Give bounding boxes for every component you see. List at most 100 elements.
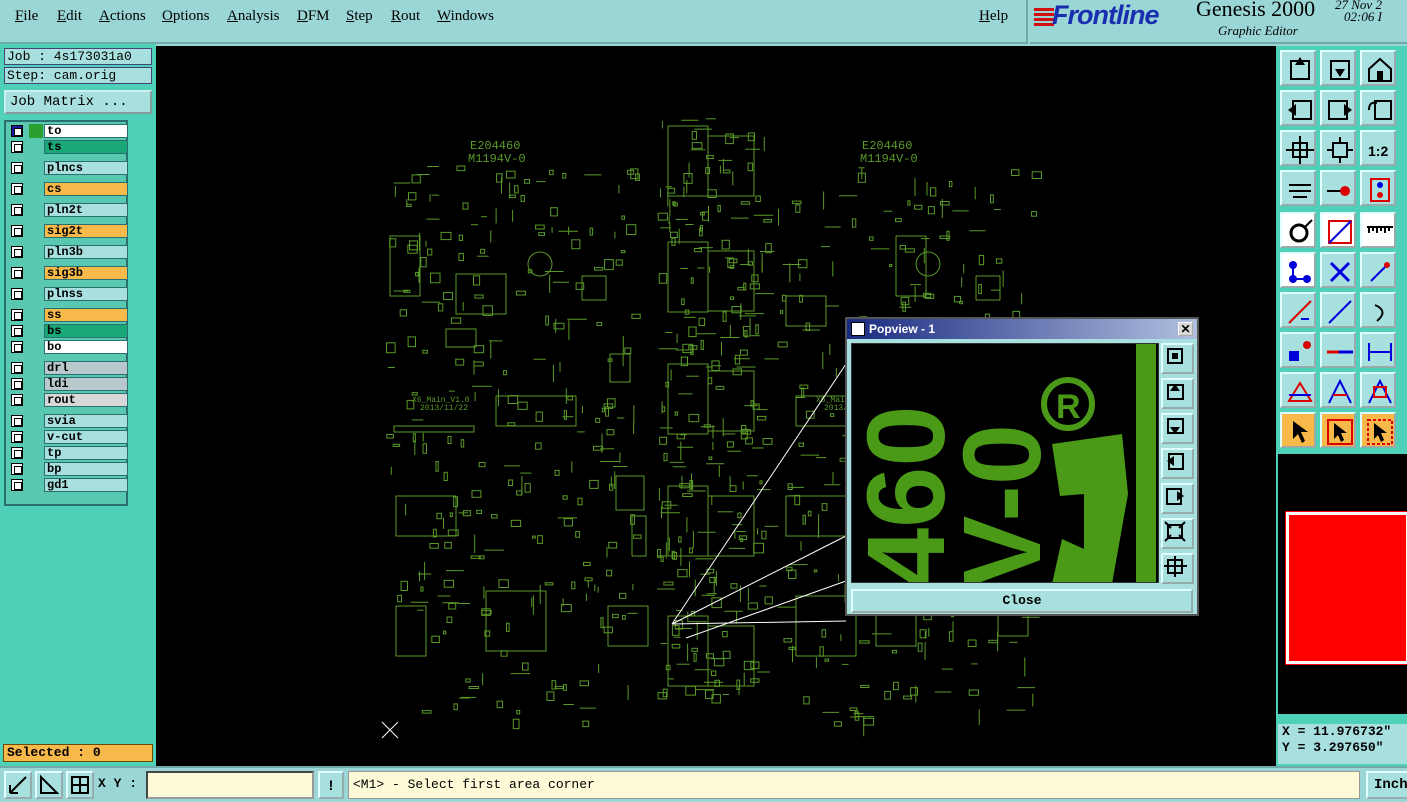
popview-zoom-home-button[interactable]: [1161, 518, 1194, 549]
layer-row-tp[interactable]: tp: [9, 446, 128, 460]
zoom-center-icon[interactable]: [1320, 130, 1356, 166]
layer-name[interactable]: bo: [44, 340, 128, 354]
popview-zoom-in-button[interactable]: [1161, 553, 1194, 584]
layer-row-drl[interactable]: drl: [9, 361, 128, 375]
layer-name[interactable]: ldi: [44, 377, 128, 391]
layer-name[interactable]: tp: [44, 446, 128, 460]
layer-row-pln3b[interactable]: pln3b: [9, 245, 128, 259]
line-blue-icon[interactable]: [1320, 292, 1356, 328]
layer-checkbox[interactable]: [11, 415, 23, 427]
alert-button[interactable]: !: [318, 771, 344, 799]
grid-icon[interactable]: [66, 771, 94, 799]
layer-row-sig2t[interactable]: sig2t: [9, 224, 128, 238]
layer-name[interactable]: plnss: [44, 287, 128, 301]
menu-step[interactable]: Step: [346, 8, 373, 25]
popview-close-button[interactable]: Close: [851, 589, 1193, 613]
triangle-outline-icon[interactable]: [1320, 372, 1356, 408]
layer-name[interactable]: bp: [44, 462, 128, 476]
layer-row-plnss[interactable]: plnss: [9, 287, 128, 301]
layer-row-plncs[interactable]: plncs: [9, 161, 128, 175]
menu-help[interactable]: Help: [979, 8, 1008, 25]
dimension-icon[interactable]: [1360, 332, 1396, 368]
popview-close-icon[interactable]: ✕: [1178, 322, 1193, 336]
pad-icon[interactable]: [1320, 170, 1356, 206]
pad-add-icon[interactable]: [1280, 332, 1316, 368]
popview-canvas[interactable]: 460 V-0 R: [851, 343, 1159, 583]
net-icon[interactable]: [1360, 170, 1396, 206]
arc-icon[interactable]: [1360, 292, 1396, 328]
job-matrix-button[interactable]: Job Matrix ...: [4, 90, 152, 114]
select-point-icon[interactable]: [1360, 412, 1396, 448]
layer-checkbox[interactable]: [11, 267, 23, 279]
layer-row-gd1[interactable]: gd1: [9, 478, 128, 492]
select-box-icon[interactable]: [1320, 412, 1356, 448]
layer-row-v-cut[interactable]: v-cut: [9, 430, 128, 444]
move-icon[interactable]: [1320, 212, 1356, 248]
layer-name[interactable]: to: [44, 124, 128, 138]
layer-name[interactable]: svia: [44, 414, 128, 428]
layer-checkbox[interactable]: [11, 141, 23, 153]
layer-name[interactable]: bs: [44, 324, 128, 338]
layer-name[interactable]: v-cut: [44, 430, 128, 444]
layer-name[interactable]: gd1: [44, 478, 128, 492]
layer-checkbox[interactable]: [11, 341, 23, 353]
scale-1-2-icon[interactable]: 1:2: [1360, 130, 1396, 166]
layer-row-bs[interactable]: bs: [9, 324, 128, 338]
layer-row-ldi[interactable]: ldi: [9, 377, 128, 391]
layer-row-cs[interactable]: cs: [9, 182, 128, 196]
layer-row-ts[interactable]: ts: [9, 140, 128, 154]
triangle-red-icon[interactable]: [1280, 372, 1316, 408]
menu-edit[interactable]: Edit: [57, 8, 82, 25]
xy-input[interactable]: [146, 771, 314, 799]
undo-view-icon[interactable]: [1360, 90, 1396, 126]
layer-checkbox[interactable]: [11, 125, 23, 137]
triangle-move-icon[interactable]: [1360, 372, 1396, 408]
layer-row-svia[interactable]: svia: [9, 414, 128, 428]
layer-name[interactable]: pln3b: [44, 245, 128, 259]
layer-name[interactable]: rout: [44, 393, 128, 407]
features-filter-icon[interactable]: [1280, 170, 1316, 206]
popview-zoom-window-button[interactable]: [1161, 343, 1194, 374]
layer-name[interactable]: plncs: [44, 161, 128, 175]
layer-checkbox[interactable]: [11, 225, 23, 237]
select-arrow-icon[interactable]: [1280, 412, 1316, 448]
popview-titlebar[interactable]: Popview - 1 ✕: [847, 319, 1197, 339]
layer-checkbox[interactable]: [11, 309, 23, 321]
save-icon[interactable]: [1320, 50, 1356, 86]
layer-row-sig3b[interactable]: sig3b: [9, 266, 128, 280]
layer-row-ss[interactable]: ss: [9, 308, 128, 322]
layer-row-bp[interactable]: bp: [9, 462, 128, 476]
layer-checkbox[interactable]: [11, 394, 23, 406]
menu-analysis[interactable]: Analysis: [227, 8, 280, 25]
layer-checkbox[interactable]: [11, 162, 23, 174]
layer-name[interactable]: drl: [44, 361, 128, 375]
layer-row-pln2t[interactable]: pln2t: [9, 203, 128, 217]
popview-pan-down-button[interactable]: [1161, 413, 1194, 444]
measure-icon[interactable]: [35, 771, 63, 799]
ruler-icon[interactable]: [1360, 212, 1396, 248]
menu-actions[interactable]: Actions: [99, 8, 146, 25]
snap-center-icon[interactable]: [1280, 212, 1316, 248]
layer-name[interactable]: sig2t: [44, 224, 128, 238]
zoom-fit-icon[interactable]: [1280, 130, 1316, 166]
popview-pan-left-button[interactable]: [1161, 448, 1194, 479]
cross-icon[interactable]: [1320, 252, 1356, 288]
layer-row-to[interactable]: to: [9, 124, 128, 138]
pan-left-icon[interactable]: [1280, 90, 1316, 126]
menu-rout[interactable]: Rout: [391, 8, 420, 25]
layer-checkbox[interactable]: [11, 362, 23, 374]
menu-options[interactable]: Options: [162, 8, 210, 25]
menu-file[interactable]: File: [15, 8, 38, 25]
layer-checkbox[interactable]: [11, 288, 23, 300]
home-icon[interactable]: [1360, 50, 1396, 86]
layer-checkbox[interactable]: [11, 479, 23, 491]
popview-pan-up-button[interactable]: [1161, 378, 1194, 409]
route-icon[interactable]: [1360, 252, 1396, 288]
layer-row-bo[interactable]: bo: [9, 340, 128, 354]
snap-icon[interactable]: [4, 771, 32, 799]
layer-checkbox[interactable]: [11, 325, 23, 337]
layer-checkbox[interactable]: [11, 447, 23, 459]
layer-name[interactable]: pln2t: [44, 203, 128, 217]
layer-name[interactable]: cs: [44, 182, 128, 196]
pan-right-icon[interactable]: [1320, 90, 1356, 126]
